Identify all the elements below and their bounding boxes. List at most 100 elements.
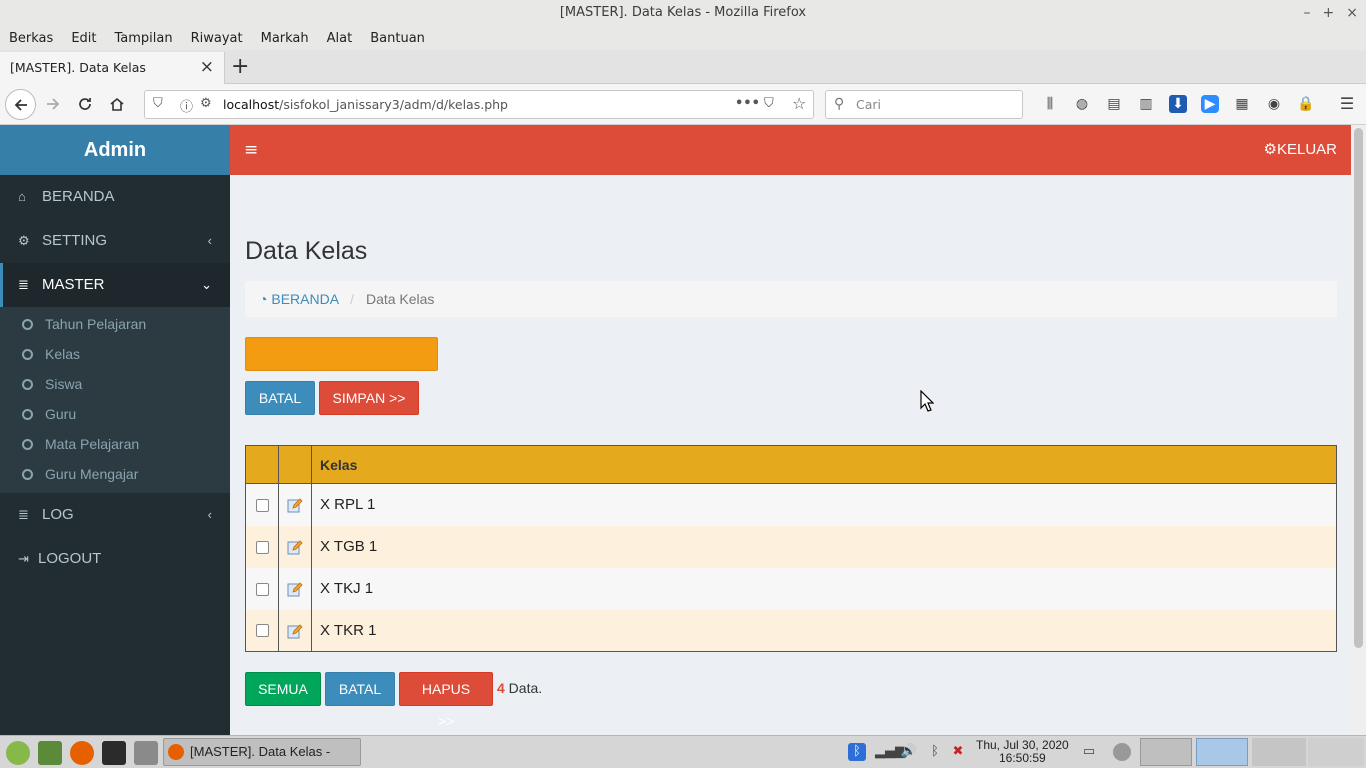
pocket-icon[interactable]: ⛉ bbox=[764, 96, 774, 111]
url-bar[interactable]: ⛉ ⓘ ⚙ localhost/sisfokol_janissary3/adm/… bbox=[144, 90, 814, 119]
menu-icon[interactable]: ☰ bbox=[1338, 95, 1356, 113]
library-icon[interactable]: ⫼ bbox=[1041, 95, 1059, 113]
edit-icon[interactable] bbox=[287, 497, 303, 513]
close-window-button[interactable]: × bbox=[1346, 0, 1358, 26]
circle-icon bbox=[22, 349, 33, 360]
row-checkbox[interactable] bbox=[255, 624, 269, 638]
window-title: [MASTER]. Data Kelas - Mozilla Firefox bbox=[559, 5, 807, 20]
menu-tampilan[interactable]: Tampilan bbox=[115, 31, 173, 46]
row-checkbox[interactable] bbox=[255, 498, 269, 512]
scrollbar-thumb[interactable] bbox=[1354, 128, 1363, 648]
submenu-item-kelas[interactable]: Kelas bbox=[0, 339, 230, 369]
tab-bar: [MASTER]. Data Kelas × + bbox=[0, 50, 1366, 84]
navigation-toolbar: ⛉ ⓘ ⚙ localhost/sisfokol_janissary3/adm/… bbox=[0, 84, 1366, 125]
permissions-icon[interactable]: ⚙ bbox=[200, 96, 212, 111]
cancel-button[interactable]: BATAL bbox=[245, 381, 315, 415]
submenu-item-siswa[interactable]: Siswa bbox=[0, 369, 230, 399]
show-desktop-icon[interactable] bbox=[38, 741, 62, 765]
firefox-launcher-icon[interactable] bbox=[70, 741, 94, 765]
submenu-item-guru[interactable]: Guru bbox=[0, 399, 230, 429]
new-tab-button[interactable]: + bbox=[231, 53, 249, 81]
chevron-left-icon: ‹ bbox=[207, 233, 212, 248]
extension-globe-icon[interactable]: ◍ bbox=[1073, 95, 1091, 113]
submenu-item-guru-mengajar[interactable]: Guru Mengajar bbox=[0, 459, 230, 489]
sidebar-item-setting[interactable]: ⚙ SETTING ‹ bbox=[0, 219, 230, 263]
submenu-label: Guru bbox=[45, 406, 77, 422]
edit-icon[interactable] bbox=[287, 581, 303, 597]
volume-icon[interactable]: 🔊 bbox=[900, 743, 918, 761]
submenu-item-tahun-pelajaran[interactable]: Tahun Pelajaran bbox=[0, 309, 230, 339]
firefox-icon bbox=[168, 744, 184, 760]
taskbar-window-firefox[interactable]: [MASTER]. Data Kelas - Mozi... bbox=[163, 738, 361, 766]
edit-icon[interactable] bbox=[287, 539, 303, 555]
more-actions-icon[interactable]: ••• bbox=[735, 96, 760, 111]
download-icon[interactable]: ⬇ bbox=[1169, 95, 1187, 113]
extension-icon[interactable]: ▤ bbox=[1105, 95, 1123, 113]
sidebar-item-label: LOGOUT bbox=[38, 550, 102, 567]
bluetooth-tray-icon[interactable]: ᛒ bbox=[926, 743, 944, 761]
menu-riwayat[interactable]: Riwayat bbox=[191, 31, 243, 46]
hamburger-menu-icon[interactable]: ≡ bbox=[244, 125, 258, 175]
zoom-extension-icon[interactable]: ▶ bbox=[1201, 95, 1219, 113]
taskbar-window-files[interactable] bbox=[1140, 738, 1192, 766]
select-all-button[interactable]: SEMUA bbox=[245, 672, 321, 706]
mint-menu-icon[interactable] bbox=[6, 741, 30, 765]
file-manager-launcher-icon[interactable] bbox=[134, 741, 158, 765]
submenu-item-mata-pelajaran[interactable]: Mata Pelajaran bbox=[0, 429, 230, 459]
info-icon[interactable]: ⓘ bbox=[180, 96, 193, 115]
submenu-label: Guru Mengajar bbox=[45, 466, 139, 482]
browser-tab[interactable]: [MASTER]. Data Kelas × bbox=[0, 52, 225, 84]
tracking-shield-icon[interactable]: ⛉ bbox=[153, 96, 163, 111]
reload-button[interactable] bbox=[72, 91, 98, 117]
sidebar-item-master[interactable]: ≣ MASTER ⌄ bbox=[0, 263, 230, 307]
taskbar-window-browser[interactable] bbox=[1196, 738, 1248, 766]
breadcrumb-home[interactable]: ◔ BERANDA bbox=[259, 291, 338, 307]
record-count: 4 Data. bbox=[497, 680, 542, 696]
minimize-button[interactable]: – bbox=[1304, 0, 1311, 26]
tab-close-icon[interactable]: × bbox=[200, 52, 214, 83]
sidebar-icon[interactable]: ▥ bbox=[1137, 95, 1155, 113]
kelas-input[interactable] bbox=[245, 337, 438, 371]
circle-icon bbox=[22, 319, 33, 330]
workspace-1[interactable] bbox=[1252, 738, 1306, 766]
row-checkbox[interactable] bbox=[255, 540, 269, 554]
qr-code-icon[interactable]: ▦ bbox=[1233, 95, 1251, 113]
home-button[interactable] bbox=[104, 91, 130, 117]
workspace-2[interactable] bbox=[1308, 738, 1364, 766]
breadcrumb: ◔ BERANDA / Data Kelas bbox=[245, 281, 1337, 317]
back-button[interactable] bbox=[5, 89, 36, 120]
lock-icon[interactable]: 🔒 bbox=[1297, 95, 1315, 113]
menu-berkas[interactable]: Berkas bbox=[9, 31, 53, 46]
update-shield-icon[interactable]: ✖ bbox=[949, 743, 967, 761]
logo[interactable]: Admin bbox=[0, 125, 230, 175]
reload-icon bbox=[79, 98, 91, 110]
kelas-column-header: Kelas bbox=[311, 445, 1337, 484]
menu-bantuan[interactable]: Bantuan bbox=[370, 31, 425, 46]
sidebar-item-beranda[interactable]: ⌂ BERANDA bbox=[0, 175, 230, 219]
bluetooth-icon[interactable]: ᛒ bbox=[848, 743, 866, 761]
menu-markah[interactable]: Markah bbox=[261, 31, 309, 46]
row-checkbox[interactable] bbox=[255, 582, 269, 596]
cancel-selection-button[interactable]: BATAL bbox=[325, 672, 395, 706]
forward-button[interactable] bbox=[40, 91, 66, 117]
search-bar[interactable]: ⚲ Cari bbox=[825, 90, 1023, 119]
maximize-button[interactable]: + bbox=[1323, 0, 1335, 26]
terminal-icon[interactable] bbox=[102, 741, 126, 765]
sidebar-item-logout[interactable]: ⇥ LOGOUT bbox=[0, 537, 230, 581]
clock[interactable]: Thu, Jul 30, 2020 16:50:59 bbox=[976, 739, 1069, 765]
delete-button[interactable]: HAPUS >> bbox=[399, 672, 493, 729]
edit-icon[interactable] bbox=[287, 623, 303, 639]
menu-edit[interactable]: Edit bbox=[71, 31, 96, 46]
sidebar-item-log[interactable]: ≣ LOG ‹ bbox=[0, 493, 230, 537]
vertical-scrollbar[interactable] bbox=[1351, 125, 1366, 735]
count-suffix: Data. bbox=[504, 680, 543, 696]
logout-button[interactable]: ⚙KELUAR bbox=[1264, 125, 1337, 175]
network-icon[interactable]: ▂▄▆ bbox=[875, 743, 905, 761]
workspace-icon[interactable] bbox=[1113, 743, 1131, 761]
save-button[interactable]: SIMPAN >> bbox=[319, 381, 419, 415]
bookmark-star-icon[interactable]: ☆ bbox=[792, 94, 806, 113]
account-icon[interactable]: ◉ bbox=[1265, 95, 1283, 113]
clock-time: 16:50:59 bbox=[999, 751, 1046, 765]
battery-icon[interactable]: ▭ bbox=[1080, 743, 1098, 761]
menu-alat[interactable]: Alat bbox=[327, 31, 353, 46]
